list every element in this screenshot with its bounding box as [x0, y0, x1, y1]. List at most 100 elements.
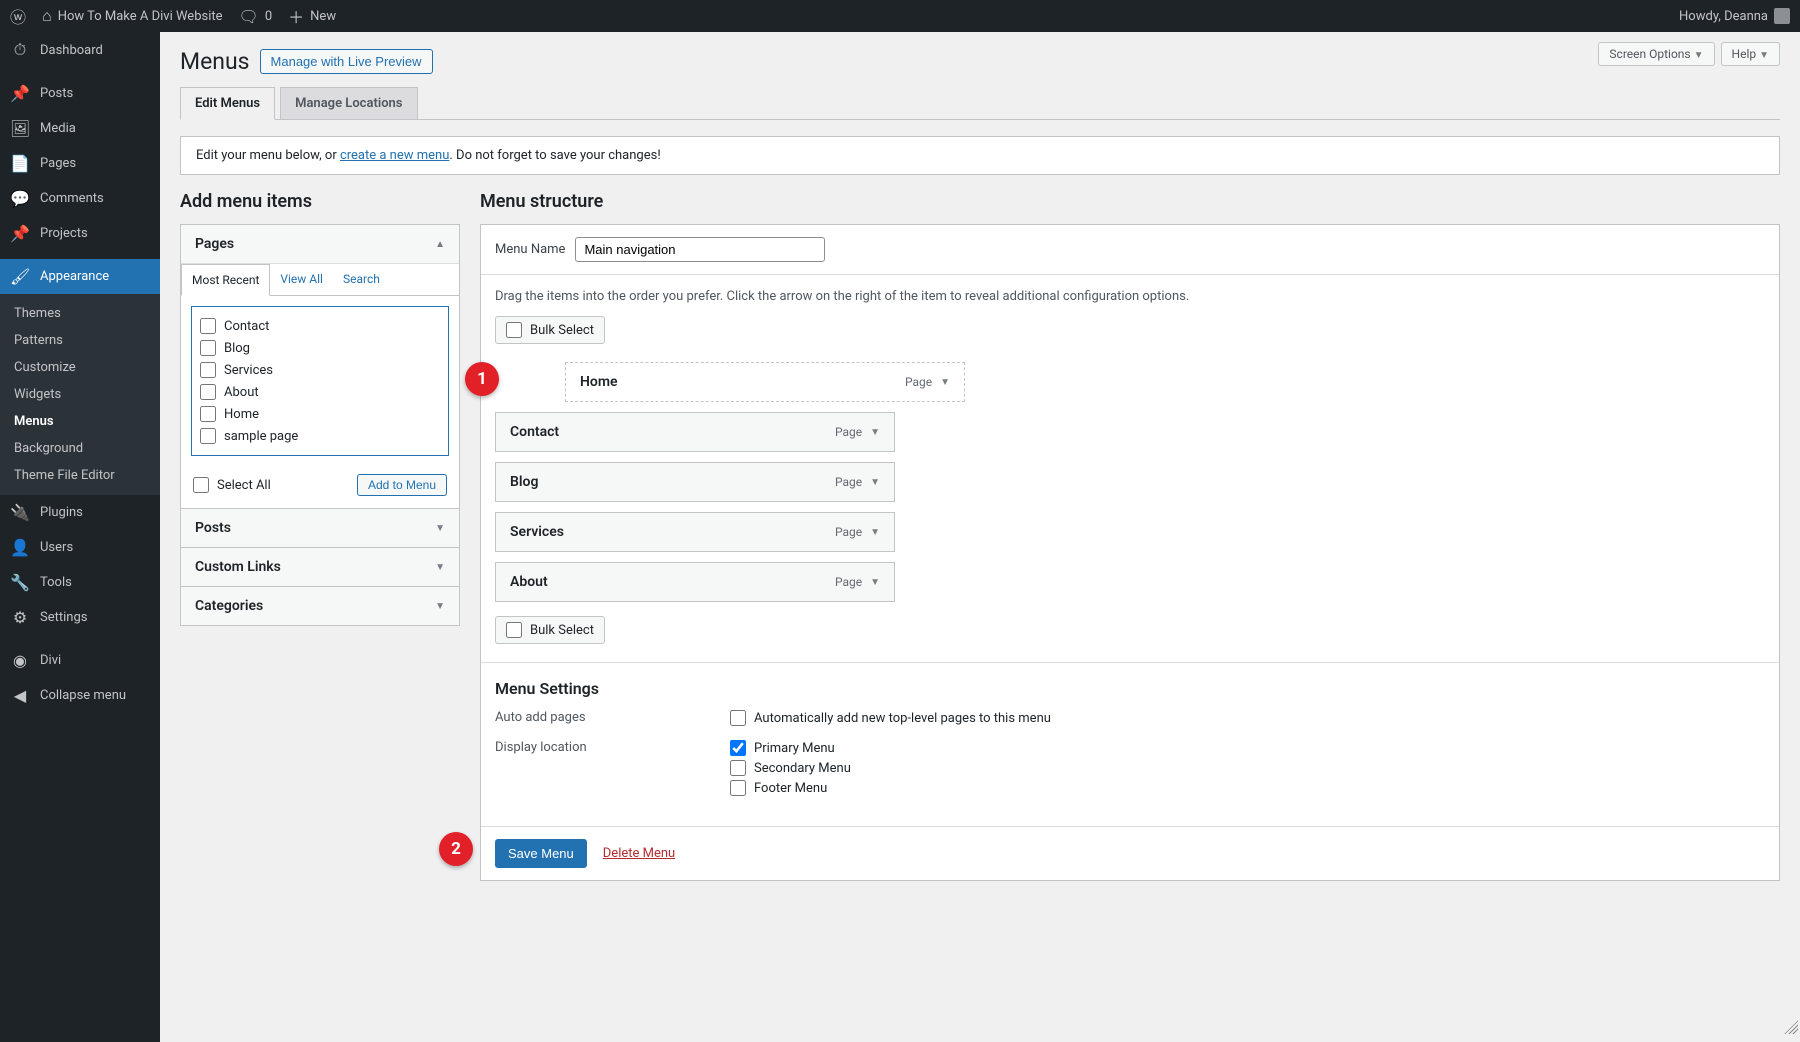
new-link[interactable]: ＋ New	[288, 4, 336, 28]
chevron-down-icon: ▼	[435, 523, 445, 534]
bulk-select-top[interactable]: Bulk Select	[495, 316, 605, 344]
pages-tab-search[interactable]: Search	[333, 264, 390, 295]
info-suffix: . Do not forget to save your changes!	[449, 148, 660, 163]
tab-edit-menus[interactable]: Edit Menus	[180, 87, 275, 120]
accordion-categories-head[interactable]: Categories▼	[181, 586, 459, 625]
auto-add-label: Auto add pages	[495, 710, 730, 730]
submenu-theme-editor[interactable]: Theme File Editor	[0, 462, 160, 489]
page-check-sample[interactable]: sample page	[200, 425, 440, 447]
pages-icon: 📄	[10, 154, 30, 173]
annotation-badge-1: 1	[465, 362, 499, 396]
select-all-check[interactable]: Select All	[193, 474, 271, 496]
pages-tab-recent[interactable]: Most Recent	[181, 264, 270, 296]
help-tab[interactable]: Help ▼	[1721, 42, 1780, 66]
account-link[interactable]: Howdy, Deanna	[1679, 8, 1790, 24]
divi-icon: ◉	[10, 651, 30, 670]
accordion-posts-head[interactable]: Posts▼	[181, 508, 459, 547]
site-link[interactable]: ⌂ How To Make A Divi Website	[42, 6, 223, 26]
page-check-contact[interactable]: Contact	[200, 315, 440, 337]
plugin-icon: 🔌	[10, 503, 30, 522]
submenu-customize[interactable]: Customize	[0, 354, 160, 381]
appearance-submenu: Themes Patterns Customize Widgets Menus …	[0, 294, 160, 495]
comments-icon: 💬	[10, 189, 30, 208]
page-title: Menus	[180, 48, 250, 75]
screen-options-tab[interactable]: Screen Options ▼	[1598, 42, 1714, 66]
projects-icon: 📌	[10, 224, 30, 243]
location-secondary[interactable]: Secondary Menu	[730, 760, 851, 776]
add-items-heading: Add menu items	[180, 191, 460, 212]
menu-name-input[interactable]	[575, 237, 825, 262]
sidebar-item-collapse[interactable]: ◀Collapse menu	[0, 678, 160, 713]
comment-icon: 🗨	[239, 7, 259, 26]
delete-menu-link[interactable]: Delete Menu	[603, 846, 675, 861]
submenu-background[interactable]: Background	[0, 435, 160, 462]
user-icon: 👤	[10, 538, 30, 557]
page-check-home[interactable]: Home	[200, 403, 440, 425]
pages-tab-all[interactable]: View All	[270, 264, 333, 295]
submenu-widgets[interactable]: Widgets	[0, 381, 160, 408]
submenu-menus[interactable]: Menus	[0, 408, 160, 435]
accordion-pages-head[interactable]: Pages▲	[181, 225, 459, 264]
sidebar-item-divi[interactable]: ◉Divi	[0, 643, 160, 678]
new-label: New	[310, 9, 336, 24]
chevron-down-icon: ▼	[435, 562, 445, 573]
sidebar-item-users[interactable]: 👤Users	[0, 530, 160, 565]
chevron-down-icon[interactable]: ▼	[870, 527, 880, 538]
sidebar-item-settings[interactable]: ⚙Settings	[0, 600, 160, 635]
live-preview-button[interactable]: Manage with Live Preview	[260, 49, 433, 74]
menu-item-services[interactable]: Services Page▼	[495, 512, 895, 552]
dashboard-icon: ⏱	[10, 40, 30, 60]
resize-handle-icon	[1784, 1020, 1798, 1034]
admin-bar: ⓦ ⌂ How To Make A Divi Website 🗨0 ＋ New Ho…	[0, 0, 1800, 32]
nav-tabs: Edit Menus Manage Locations	[180, 87, 1780, 120]
admin-sidebar: ⏱Dashboard 📌Posts 🖼Media 📄Pages 💬Comment…	[0, 32, 160, 1042]
menu-item-contact[interactable]: Contact Page▼	[495, 412, 895, 452]
chevron-down-icon[interactable]: ▼	[870, 477, 880, 488]
submenu-patterns[interactable]: Patterns	[0, 327, 160, 354]
sidebar-item-posts[interactable]: 📌Posts	[0, 76, 160, 111]
sidebar-item-projects[interactable]: 📌Projects	[0, 216, 160, 251]
page-check-blog[interactable]: Blog	[200, 337, 440, 359]
chevron-down-icon: ▼	[1694, 50, 1704, 61]
menu-item-about[interactable]: About Page▼	[495, 562, 895, 602]
page-check-about[interactable]: About	[200, 381, 440, 403]
menu-items-list: 1 Home Page▼ Contact Page▼ Blog	[495, 362, 1765, 602]
location-footer[interactable]: Footer Menu	[730, 780, 851, 796]
submenu-themes[interactable]: Themes	[0, 300, 160, 327]
home-icon: ⌂	[42, 6, 52, 26]
menu-item-blog[interactable]: Blog Page▼	[495, 462, 895, 502]
structure-heading: Menu structure	[480, 191, 1780, 212]
chevron-down-icon[interactable]: ▼	[870, 577, 880, 588]
create-new-menu-link[interactable]: create a new menu	[340, 148, 449, 163]
sidebar-item-pages[interactable]: 📄Pages	[0, 146, 160, 181]
accordion-custom-links-head[interactable]: Custom Links▼	[181, 547, 459, 586]
chevron-down-icon[interactable]: ▼	[940, 377, 950, 388]
collapse-icon: ◀	[10, 686, 30, 705]
menu-item-home[interactable]: Home Page▼	[565, 362, 965, 402]
sidebar-item-plugins[interactable]: 🔌Plugins	[0, 495, 160, 530]
sidebar-item-tools[interactable]: 🔧Tools	[0, 565, 160, 600]
sidebar-item-comments[interactable]: 💬Comments	[0, 181, 160, 216]
location-primary[interactable]: Primary Menu	[730, 740, 851, 756]
save-menu-button[interactable]: Save Menu	[495, 839, 587, 868]
comments-link[interactable]: 🗨0	[239, 7, 273, 26]
bulk-select-bottom[interactable]: Bulk Select	[495, 616, 605, 644]
site-name: How To Make A Divi Website	[58, 9, 223, 24]
chevron-down-icon: ▼	[435, 601, 445, 612]
add-to-menu-button[interactable]: Add to Menu	[357, 474, 447, 496]
chevron-down-icon: ▼	[1759, 50, 1769, 61]
sidebar-item-media[interactable]: 🖼Media	[0, 111, 160, 146]
menu-edit-panel: Menu Name Drag the items into the order …	[480, 224, 1780, 881]
auto-add-check[interactable]: Automatically add new top-level pages to…	[730, 710, 1051, 726]
page-check-services[interactable]: Services	[200, 359, 440, 381]
plus-icon: ＋	[288, 4, 304, 28]
sidebar-item-appearance[interactable]: 🖌Appearance	[0, 259, 160, 294]
avatar-icon	[1774, 8, 1790, 24]
wp-logo[interactable]: ⓦ	[10, 4, 26, 28]
chevron-down-icon[interactable]: ▼	[870, 427, 880, 438]
chevron-up-icon: ▲	[435, 239, 445, 250]
info-prefix: Edit your menu below, or	[196, 148, 340, 163]
tab-manage-locations[interactable]: Manage Locations	[280, 87, 417, 120]
sidebar-item-dashboard[interactable]: ⏱Dashboard	[0, 32, 160, 68]
media-icon: 🖼	[10, 119, 30, 138]
